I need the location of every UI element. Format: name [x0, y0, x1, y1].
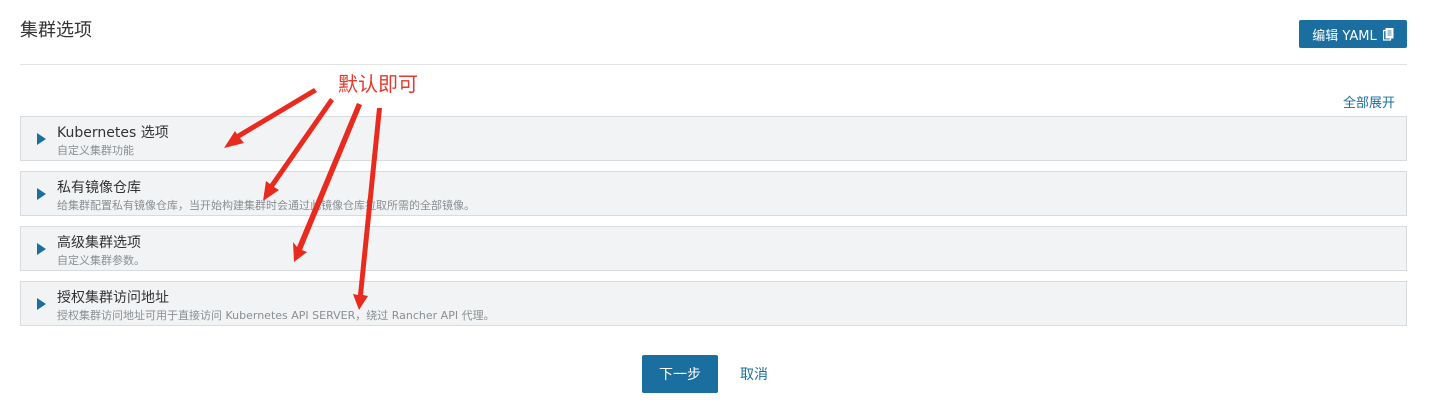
header-divider: [20, 64, 1407, 65]
section-description: 给集群配置私有镜像仓库，当开始构建集群时会通过此镜像仓库拉取所需的全部镜像。: [57, 199, 475, 212]
caret-right-icon[interactable]: [37, 298, 46, 310]
section-title: 授权集群访问地址: [57, 290, 169, 306]
caret-right-icon[interactable]: [37, 243, 46, 255]
section-kubernetes-options[interactable]: Kubernetes 选项 自定义集群功能: [20, 116, 1407, 161]
section-private-registry[interactable]: 私有镜像仓库 给集群配置私有镜像仓库，当开始构建集群时会通过此镜像仓库拉取所需的…: [20, 171, 1407, 216]
section-description: 自定义集群参数。: [57, 254, 145, 267]
page-title: 集群选项: [20, 20, 92, 41]
section-title: 私有镜像仓库: [57, 180, 141, 196]
section-title: 高级集群选项: [57, 235, 141, 251]
edit-yaml-label: 编辑 YAML: [1312, 28, 1377, 44]
section-advanced-options[interactable]: 高级集群选项 自定义集群参数。: [20, 226, 1407, 271]
next-step-button[interactable]: 下一步: [642, 355, 718, 393]
section-description: 授权集群访问地址可用于直接访问 Kubernetes API SERVER，绕过…: [57, 309, 495, 322]
caret-right-icon[interactable]: [37, 133, 46, 145]
edit-yaml-button[interactable]: 编辑 YAML: [1299, 20, 1407, 48]
section-description: 自定义集群功能: [57, 144, 134, 157]
section-authorized-endpoint[interactable]: 授权集群访问地址 授权集群访问地址可用于直接访问 Kubernetes API …: [20, 281, 1407, 326]
expand-all-link[interactable]: 全部展开: [1343, 92, 1395, 111]
copy-icon: [1382, 27, 1394, 41]
caret-right-icon[interactable]: [37, 188, 46, 200]
section-title: Kubernetes 选项: [57, 125, 169, 141]
cancel-button[interactable]: 取消: [732, 355, 776, 393]
annotation-text: 默认即可: [338, 72, 418, 96]
